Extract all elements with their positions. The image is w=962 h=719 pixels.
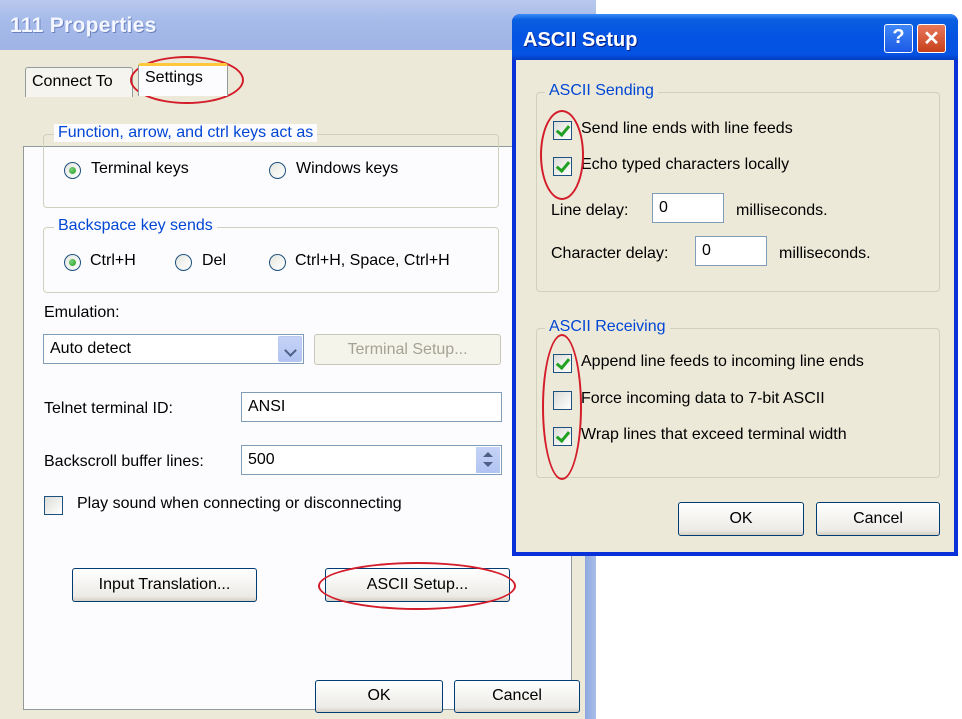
send-line-ends-label: Send line ends with line feeds [581,120,793,137]
ascii-ok-button[interactable]: OK [678,502,804,536]
terminal-setup-label: Terminal Setup... [347,341,468,358]
properties-window: 111 Properties Connect To Settings Funct… [0,0,596,719]
input-translation-button[interactable]: Input Translation... [72,568,257,602]
ctrl-h-radio[interactable] [64,254,81,271]
echo-typed-label: Echo typed characters locally [581,156,790,173]
echo-typed-checkbox[interactable] [553,157,572,176]
line-delay-value: 0 [659,199,668,216]
spin-down-icon[interactable] [483,462,493,467]
windows-keys-label: Windows keys [296,160,399,177]
tab-connect-to[interactable]: Connect To [25,67,133,97]
ascii-dialog-title-bar[interactable]: ASCII Setup ? ✕ [512,14,958,60]
terminal-keys-label: Terminal keys [91,160,189,177]
telnet-id-label: Telnet terminal ID: [44,400,173,417]
keys-group-legend: Function, arrow, and ctrl keys act as [54,124,318,142]
backspace-group-legend: Backspace key sends [54,217,217,235]
play-sound-label: Play sound when connecting or disconnect… [77,495,402,512]
close-glyph: ✕ [923,28,940,50]
tab-settings-label: Settings [145,69,203,86]
cancel-label: Cancel [492,687,542,704]
ascii-ok-label: OK [729,510,753,527]
emulation-value: Auto detect [50,340,131,357]
force-7bit-label: Force incoming data to 7-bit ASCII [581,390,825,407]
ascii-setup-button[interactable]: ASCII Setup... [325,568,510,602]
ascii-cancel-button[interactable]: Cancel [816,502,940,536]
ctrl-h-space-label: Ctrl+H, Space, Ctrl+H [295,252,450,269]
ok-button[interactable]: OK [315,680,443,713]
char-delay-input[interactable]: 0 [695,236,767,266]
help-glyph: ? [892,26,905,48]
backscroll-label: Backscroll buffer lines: [44,453,204,470]
del-radio[interactable] [175,254,192,271]
line-delay-label: Line delay: [551,202,629,219]
force-7bit-checkbox[interactable] [553,391,572,410]
wrap-lines-checkbox[interactable] [553,427,572,446]
keys-group: Function, arrow, and ctrl keys act as Te… [43,124,499,208]
properties-body: Connect To Settings Function, arrow, and… [0,50,596,719]
ascii-cancel-label: Cancel [853,510,903,527]
line-delay-unit: milliseconds. [736,202,828,219]
telnet-id-input[interactable]: ANSI [241,392,502,422]
append-line-feeds-label: Append line feeds to incoming line ends [581,353,864,370]
emulation-label: Emulation: [44,304,120,321]
append-line-feeds-checkbox[interactable] [553,354,572,373]
help-icon[interactable]: ? [884,24,913,53]
spinner-arrows-icon[interactable] [476,447,500,473]
tab-connect-to-label: Connect To [32,73,113,90]
ascii-dialog-title: ASCII Setup [523,29,638,51]
play-sound-checkbox[interactable] [44,496,63,515]
ok-label: OK [367,687,391,704]
telnet-id-value: ANSI [248,398,286,415]
windows-keys-radio[interactable] [269,162,286,179]
ascii-receiving-legend: ASCII Receiving [545,318,670,336]
del-label: Del [202,252,227,269]
ascii-dialog-body: ASCII Sending Send line ends with line f… [516,60,954,552]
cancel-button[interactable]: Cancel [454,680,580,713]
char-delay-value: 0 [702,242,711,259]
terminal-keys-radio[interactable] [64,162,81,179]
ascii-sending-group: ASCII Sending Send line ends with line f… [536,82,940,292]
emulation-dropdown[interactable]: Auto detect [43,334,304,364]
ascii-receiving-group: ASCII Receiving Append line feeds to inc… [536,318,940,478]
char-delay-label: Character delay: [551,245,669,262]
ascii-sending-legend: ASCII Sending [545,82,658,100]
wrap-lines-label: Wrap lines that exceed terminal width [581,426,847,443]
backscroll-value: 500 [248,451,275,468]
chevron-down-icon[interactable] [278,336,302,362]
backspace-group: Backspace key sends Ctrl+H Del Ctrl+H, S… [43,217,499,293]
char-delay-unit: milliseconds. [779,245,871,262]
close-icon[interactable]: ✕ [917,24,946,53]
line-delay-input[interactable]: 0 [652,193,724,223]
spin-up-icon[interactable] [483,452,493,457]
properties-title-bar[interactable]: 111 Properties [0,0,596,50]
terminal-setup-button[interactable]: Terminal Setup... [314,334,501,365]
tab-settings[interactable]: Settings [138,63,228,96]
input-translation-label: Input Translation... [98,576,231,593]
ctrl-h-label: Ctrl+H [90,252,136,269]
window-title: 111 Properties [10,14,157,37]
ascii-setup-dialog: ASCII Setup ? ✕ ASCII Sending Send line … [512,14,958,556]
backscroll-input[interactable]: 500 [241,445,502,475]
ascii-setup-label: ASCII Setup... [366,576,469,593]
send-line-ends-checkbox[interactable] [553,121,572,140]
ctrl-h-space-radio[interactable] [269,254,286,271]
